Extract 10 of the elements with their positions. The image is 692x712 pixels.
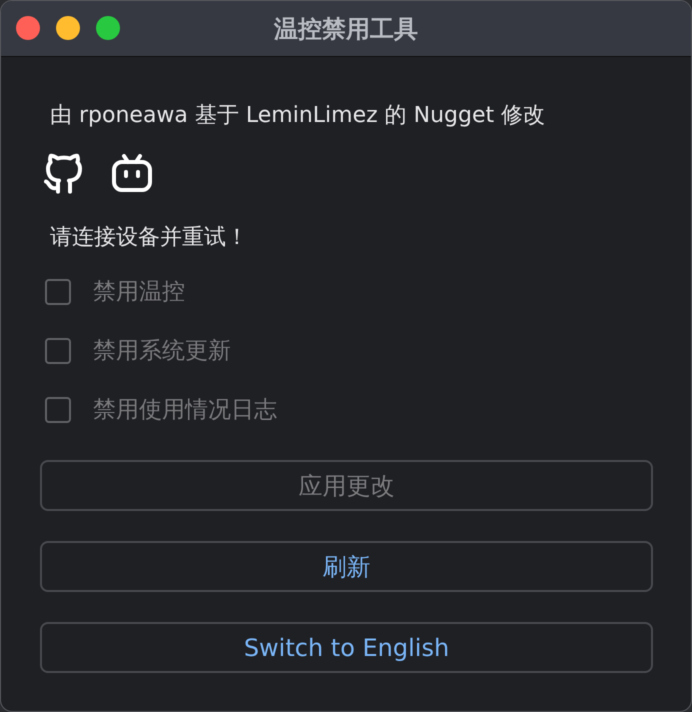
credit-text: 由 rponeawa 基于 LeminLimez 的 Nugget 修改	[49, 102, 546, 130]
status-message: 请连接设备并重试！	[49, 225, 248, 251]
window-title: 温控禁用工具	[274, 14, 418, 44]
close-button[interactable]	[16, 16, 40, 40]
zoom-button[interactable]	[96, 16, 120, 40]
action-button[interactable]: Switch to English	[40, 622, 653, 673]
github-icon[interactable]	[44, 152, 84, 194]
tv-face-icon[interactable]	[112, 154, 152, 192]
action-button[interactable]: 刷新	[40, 541, 653, 592]
minimize-button[interactable]	[56, 16, 80, 40]
